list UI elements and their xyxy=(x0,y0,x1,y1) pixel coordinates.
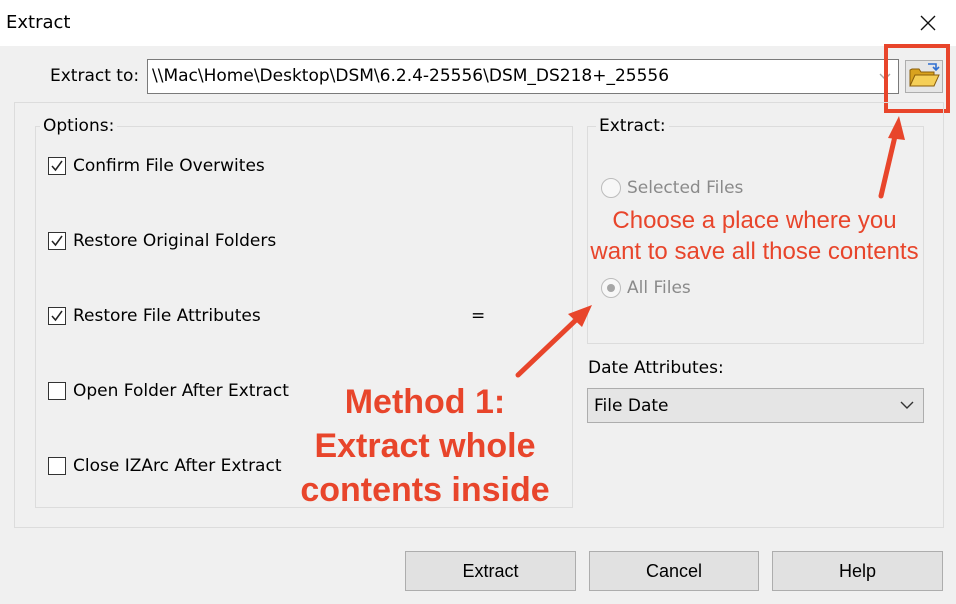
annotation-choose-place: Choose a place where you want to save al… xyxy=(577,205,932,267)
annotation-line: Extract whole xyxy=(314,427,536,465)
arrow-to-browse xyxy=(878,129,899,199)
annotation-arrows xyxy=(515,116,905,378)
annotation-line: want to save all those contents xyxy=(590,238,919,265)
arrow-head xyxy=(888,116,905,140)
annotation-line: contents inside xyxy=(300,471,550,509)
annotation-line: Method 1: xyxy=(344,383,506,421)
arrow-to-all-files xyxy=(515,315,581,378)
annotation-line: Choose a place where you xyxy=(612,207,897,234)
annotation-method-1: Method 1: Extract whole contents inside xyxy=(285,380,565,512)
